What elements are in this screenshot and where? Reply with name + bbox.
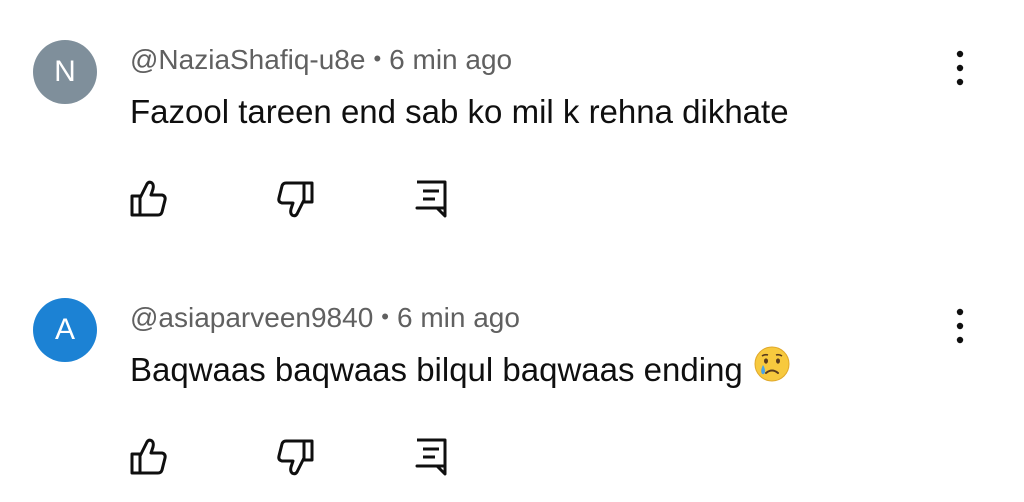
more-options-button[interactable] xyxy=(942,306,978,346)
comment-text: Baqwaas baqwaas bilqul baqwaas ending xyxy=(130,345,791,397)
comment-meta: @NaziaShafiq-u8e • 6 min ago xyxy=(130,42,512,80)
crying-face-emoji xyxy=(753,345,791,394)
more-vert-icon xyxy=(956,308,964,344)
avatar[interactable]: A xyxy=(33,298,97,362)
like-button[interactable] xyxy=(128,178,170,220)
thumbs-down-icon xyxy=(277,439,314,476)
more-vert-icon xyxy=(956,50,964,86)
comment-author[interactable]: @NaziaShafiq-u8e xyxy=(130,44,365,75)
reply-button[interactable] xyxy=(410,436,452,478)
comment-item: A @asiaparveen9840 • 6 min ago Baqwaas baq… xyxy=(0,258,1024,498)
avatar[interactable]: N xyxy=(33,40,97,104)
comment-meta: @asiaparveen9840 • 6 min ago xyxy=(130,300,520,338)
thumbs-up-icon xyxy=(130,180,167,217)
meta-separator: • xyxy=(373,46,382,71)
thumbs-down-icon xyxy=(277,181,314,218)
reply-icon xyxy=(415,180,447,218)
avatar-letter: N xyxy=(54,55,76,88)
dislike-button[interactable] xyxy=(274,178,316,220)
meta-separator: • xyxy=(381,304,389,329)
comment-timestamp[interactable]: 6 min ago xyxy=(389,44,512,75)
avatar-letter: A xyxy=(54,313,75,346)
comment-timestamp[interactable]: 6 min ago xyxy=(397,302,520,333)
comment-body: Baqwaas baqwaas bilqul baqwaas ending xyxy=(130,351,743,389)
comment-author[interactable]: @asiaparveen9840 xyxy=(130,302,373,333)
comment-text: Fazool tareen end sab ko mil k rehna dik… xyxy=(130,90,789,134)
reply-button[interactable] xyxy=(410,178,452,220)
comment-item: N @NaziaShafiq-u8e • 6 min ago Fazool tare… xyxy=(0,0,1024,240)
more-options-button[interactable] xyxy=(942,48,978,88)
comment-body: Fazool tareen end sab ko mil k rehna dik… xyxy=(130,93,789,130)
reply-icon xyxy=(415,438,447,476)
like-button[interactable] xyxy=(128,436,170,478)
thumbs-up-icon xyxy=(130,438,167,475)
dislike-button[interactable] xyxy=(274,436,316,478)
